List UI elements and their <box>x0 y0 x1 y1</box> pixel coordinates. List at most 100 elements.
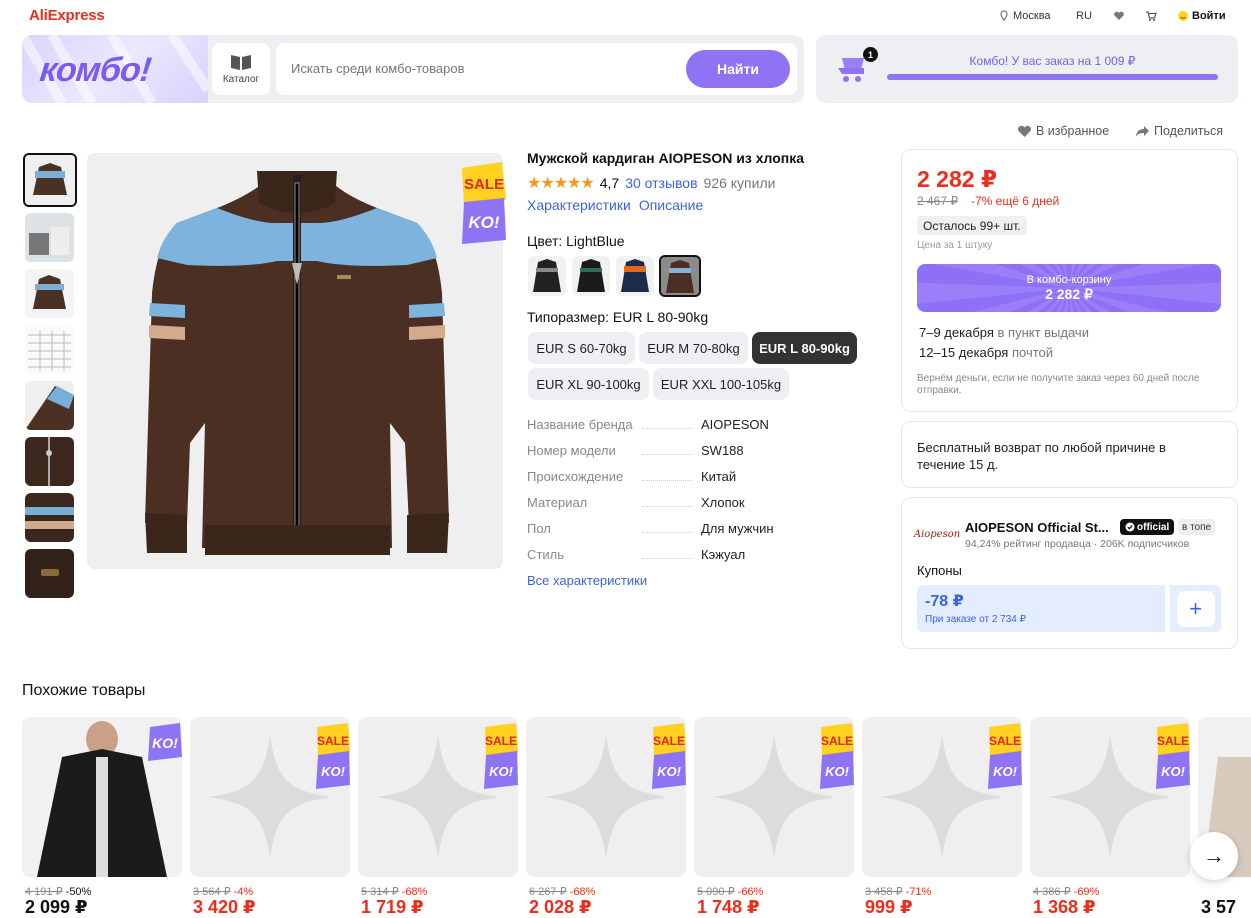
tab-description[interactable]: Описание <box>639 197 703 213</box>
size-option-s[interactable]: EUR S 60-70kg <box>528 332 635 364</box>
discount-label: -7% ещё 6 дней <box>971 194 1060 208</box>
favorite-label: В избранное <box>1036 124 1110 138</box>
ko-badge-text: KO! <box>1161 764 1186 779</box>
cart-nav[interactable] <box>1145 10 1157 22</box>
sale-badge-text: SALE <box>485 734 517 748</box>
sale-badge-text: SALE <box>989 734 1021 748</box>
cart-count-badge: 1 <box>863 47 878 62</box>
sale-badge-text: SALE <box>653 734 685 748</box>
seller-logo[interactable]: Aiopeson <box>914 517 960 551</box>
search-button[interactable]: Найти <box>686 50 790 88</box>
coupons-label: Купоны <box>917 563 962 578</box>
sale-badge-text: SALE <box>464 176 504 193</box>
stock-badge: Осталось 99+ шт. <box>917 216 1027 235</box>
spec-key: Пол <box>527 521 551 536</box>
similar-price: 1 748 ₽ <box>697 897 760 917</box>
reviews-link[interactable]: 30 отзывов <box>625 175 697 191</box>
similar-price: 3 420 ₽ <box>193 897 256 917</box>
heart-icon <box>1114 11 1124 20</box>
similar-price: 2 099 ₽ <box>25 897 88 917</box>
color-swatch-1[interactable] <box>528 256 566 296</box>
delivery-option-pickup: 7–9 декабря в пункт выдачи <box>919 325 1089 340</box>
thumbnail-2[interactable] <box>25 213 74 262</box>
combo-banner[interactable]: комбо! <box>22 35 208 103</box>
login-button[interactable]: Войти <box>1177 10 1226 22</box>
main-product-image[interactable] <box>87 153 503 569</box>
combo-cart-panel[interactable] <box>816 35 1238 103</box>
catalog-label: Каталог <box>222 74 260 85</box>
language-selector[interactable]: RU <box>1076 10 1092 22</box>
coupon-value: -78 ₽ <box>925 593 964 610</box>
sale-combo-badge: SALE KO! <box>484 723 518 789</box>
delivery-method: в пункт выдачи <box>997 325 1089 340</box>
add-coupon-plus-icon[interactable]: + <box>1176 590 1215 627</box>
current-price: 2 282 ₽ <box>917 166 997 192</box>
spec-key: Происхождение <box>527 469 624 484</box>
brown-blue-jacket-swatch <box>661 257 699 295</box>
thumbnail-4[interactable] <box>25 325 74 374</box>
rating-stars-icon: ★★★★★ <box>527 175 595 192</box>
size-option-xxl[interactable]: EUR XXL 100-105kg <box>653 368 789 400</box>
heart-icon <box>1018 125 1031 137</box>
top-bar: AliExpress Москва RU Войти <box>0 0 1251 34</box>
jacket-thumbnail-image <box>25 269 74 318</box>
thumbnail-6[interactable] <box>25 437 74 486</box>
size-option-xl[interactable]: EUR XL 90-100kg <box>528 368 649 400</box>
spec-row: Пол Для мужчин <box>527 521 847 539</box>
sale-combo-badge: SALE KO! <box>462 162 506 244</box>
favorites-nav[interactable] <box>1113 10 1125 22</box>
aliexpress-logo[interactable]: AliExpress <box>29 7 105 24</box>
verified-check-icon <box>1125 522 1135 532</box>
similar-price: 1 719 ₽ <box>361 897 424 917</box>
ko-badge: KO! <box>148 723 182 761</box>
size-option-l-selected[interactable]: EUR L 80-90kg <box>752 332 857 364</box>
thumbnail-1[interactable] <box>23 153 77 207</box>
spec-value: Хлопок <box>701 495 745 510</box>
spec-key: Номер модели <box>527 443 616 458</box>
search-input[interactable] <box>291 61 671 76</box>
similar-price: 999 ₽ <box>865 897 913 917</box>
color-swatch-4-selected[interactable] <box>659 255 701 297</box>
ko-badge-text: KO! <box>321 764 346 779</box>
size-label: Типоразмер: EUR L 80-90kg <box>527 309 709 325</box>
carousel-next-button[interactable]: → <box>1190 832 1238 880</box>
spec-row: Происхождение Китай <box>527 469 847 487</box>
add-to-combo-cart-button[interactable]: В комбо-корзину 2 282 ₽ <box>917 264 1221 312</box>
spec-value: Китай <box>701 469 737 484</box>
official-badge: official <box>1120 519 1175 535</box>
spec-value: Кэжуал <box>701 547 746 562</box>
size-option-m[interactable]: EUR M 70-80kg <box>639 332 748 364</box>
location-pin-icon <box>1000 10 1008 22</box>
arrow-right-icon: → <box>1203 843 1225 868</box>
thumbnail-5[interactable] <box>25 381 74 430</box>
tab-specs[interactable]: Характеристики <box>527 197 631 213</box>
ko-badge-text: KO! <box>657 764 682 779</box>
delivery-date: 7–9 декабря <box>919 325 994 340</box>
ko-badge-text: KO! <box>489 764 514 779</box>
color-label: Цвет: LightBlue <box>527 233 625 249</box>
share-label: Поделиться <box>1154 124 1224 138</box>
unit-price-note: Цена за 1 штуку <box>917 240 993 251</box>
ko-badge-text: KO! <box>825 764 850 779</box>
add-to-favorites-button[interactable]: В избранное <box>1017 124 1109 138</box>
ko-badge-text: KO! <box>468 213 500 232</box>
sale-combo-badge: SALE KO! <box>1156 723 1190 789</box>
rating-row: ★★★★★ 4,7 30 отзывов 926 купили <box>527 173 775 193</box>
share-button[interactable]: Поделиться <box>1135 124 1223 138</box>
color-swatch-2[interactable] <box>572 256 610 296</box>
sale-badge-text: SALE <box>317 734 349 748</box>
combo-button-label: В комбо-корзину <box>1026 273 1112 286</box>
thumbnail-3[interactable] <box>25 269 74 318</box>
spec-row: Название бренда AIOPESON <box>527 417 847 435</box>
thumbnail-8[interactable] <box>25 549 74 598</box>
spec-row: Стиль Кэжуал <box>527 547 847 565</box>
similar-products-title: Похожие товары <box>22 682 146 699</box>
cart-message: Комбо! У вас заказ на 1 009 ₽ <box>969 54 1136 68</box>
color-swatch-3[interactable] <box>616 256 654 296</box>
location-selector[interactable]: Москва <box>998 10 1051 22</box>
catalog-button[interactable]: Каталог <box>212 43 270 95</box>
all-specs-link[interactable]: Все характеристики <box>527 573 647 588</box>
seller-name[interactable]: AIOPESON Official St... <box>965 520 1109 535</box>
thumbnail-7[interactable] <box>25 493 74 542</box>
sale-combo-badge: SALE KO! <box>652 723 686 789</box>
